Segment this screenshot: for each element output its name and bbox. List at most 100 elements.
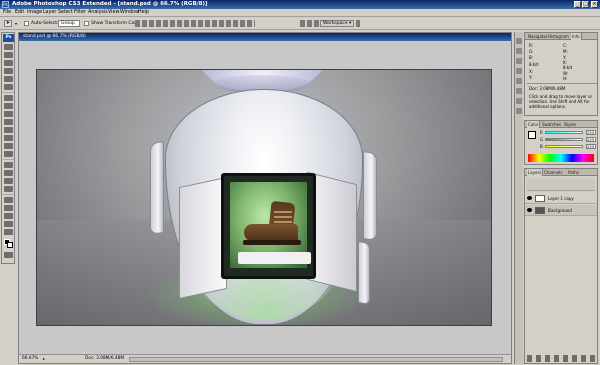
- horizontal-scrollbar[interactable]: [129, 357, 503, 362]
- minimize-button[interactable]: _: [574, 1, 581, 8]
- move-tool-icon[interactable]: [4, 44, 13, 50]
- layer-name[interactable]: Layer 1 copy: [548, 196, 574, 201]
- color-r-slider[interactable]: [545, 131, 583, 134]
- tab-info[interactable]: Info: [571, 33, 582, 40]
- color-b-value[interactable]: 255: [586, 144, 596, 149]
- info-divider: [527, 83, 597, 84]
- tool-preset-chevron-icon[interactable]: ▾: [15, 21, 17, 26]
- crop-tool-icon[interactable]: [4, 76, 13, 82]
- layer-row-2[interactable]: Background: [525, 205, 597, 216]
- menu-image[interactable]: Image: [27, 10, 42, 15]
- actions-panel-icon[interactable]: [516, 48, 522, 54]
- brush-tool-icon[interactable]: [4, 103, 13, 109]
- color-spectrum-bar[interactable]: [528, 154, 594, 162]
- history-panel-icon[interactable]: [516, 38, 522, 44]
- eyedropper-tool-icon[interactable]: [4, 213, 13, 219]
- 3d-rotate-tool-icon[interactable]: [4, 197, 13, 203]
- shape-tool-icon[interactable]: [4, 186, 13, 192]
- layer-comps-panel-icon[interactable]: [516, 78, 522, 84]
- menu-select[interactable]: Select: [58, 10, 73, 15]
- eraser-tool-icon[interactable]: [4, 127, 13, 133]
- document-title: stand.psd @ 66.7% (RGB/8): [23, 34, 86, 39]
- pen-tool-icon[interactable]: [4, 162, 13, 168]
- color-panel: Color Swatches Styles R G B 255 255 255: [524, 120, 598, 165]
- history-brush-tool-icon[interactable]: [4, 119, 13, 125]
- slice-tool-icon[interactable]: [4, 84, 13, 90]
- layers-panel: Layers Channels Paths Layer 1 copy Backg…: [524, 168, 598, 364]
- info-b-label: B:: [529, 55, 534, 60]
- clone-stamp-tool-icon[interactable]: [4, 111, 13, 117]
- move-tool-icon[interactable]: ➤: [4, 20, 12, 27]
- type-tool-icon[interactable]: [4, 170, 13, 176]
- notes-tool-icon[interactable]: [4, 205, 13, 211]
- marquee-tool-icon[interactable]: [4, 52, 13, 58]
- hand-tool-icon[interactable]: [4, 221, 13, 227]
- color-g-slider[interactable]: [545, 138, 583, 141]
- transform-controls-checkbox[interactable]: [84, 21, 89, 26]
- status-arrow-icon[interactable]: ▸: [43, 356, 45, 361]
- menu-edit[interactable]: Edit: [15, 10, 24, 15]
- visibility-eye-icon[interactable]: [527, 196, 532, 200]
- auto-select-checkbox[interactable]: [24, 21, 29, 26]
- left-fin: [150, 141, 164, 235]
- auto-select-dropdown[interactable]: Group: [58, 20, 80, 27]
- character-panel-icon[interactable]: [516, 98, 522, 104]
- zoom-tool-icon[interactable]: [4, 229, 13, 235]
- menu-window[interactable]: Window: [120, 10, 139, 15]
- align-buttons-group[interactable]: [135, 20, 255, 27]
- menu-view[interactable]: View: [108, 10, 119, 15]
- document-title-bar: stand.psd @ 66.7% (RGB/8): [19, 33, 511, 41]
- layer-row-1[interactable]: Layer 1 copy: [525, 193, 597, 204]
- menu-layer[interactable]: Layer: [43, 10, 56, 15]
- tab-histogram[interactable]: Histogram: [547, 33, 570, 40]
- menu-filter[interactable]: Filter: [74, 10, 86, 15]
- tab-channels[interactable]: Channels: [543, 169, 564, 176]
- menu-analysis[interactable]: Analysis: [88, 10, 108, 15]
- tab-paths[interactable]: Paths: [567, 169, 580, 176]
- brushes-panel-icon[interactable]: [516, 58, 522, 64]
- options-bar: ➤ ▾ Auto-Select: Group Show Transform Co…: [0, 17, 600, 30]
- menu-help[interactable]: Help: [138, 10, 149, 15]
- collapsed-panels-strip: [514, 32, 523, 364]
- window-title: Adobe Photoshop CS3 Extended - [stand.ps…: [12, 1, 208, 7]
- tab-styles[interactable]: Styles: [563, 121, 577, 128]
- color-g-value[interactable]: 255: [586, 137, 596, 142]
- lasso-tool-icon[interactable]: [4, 60, 13, 66]
- background-color-swatch[interactable]: [7, 242, 13, 248]
- left-door: [179, 176, 227, 300]
- visibility-eye-icon[interactable]: [527, 208, 532, 212]
- paragraph-panel-icon[interactable]: [516, 108, 522, 114]
- canvas[interactable]: [36, 69, 492, 326]
- color-foreground-swatch[interactable]: [528, 131, 536, 139]
- tab-color[interactable]: Color: [527, 121, 541, 128]
- close-button[interactable]: ×: [591, 1, 598, 8]
- info-doc-size: Doc: 3.08M/6.48M: [529, 86, 566, 91]
- tab-layers[interactable]: Layers: [527, 169, 544, 176]
- tab-navigator[interactable]: Navigator: [527, 33, 549, 40]
- maximize-button[interactable]: □: [582, 1, 589, 8]
- workspace-button[interactable]: Workspace ▾: [320, 20, 354, 27]
- layer-name[interactable]: Background: [548, 208, 572, 213]
- info-c-label: C:: [563, 43, 568, 48]
- info-hint: Click and drag to move layer or selectio…: [529, 94, 593, 109]
- clone-source-panel-icon[interactable]: [516, 88, 522, 94]
- layer-blend-opacity-controls[interactable]: [527, 179, 595, 191]
- color-b-label: B: [540, 144, 543, 149]
- quick-mask-icon[interactable]: [4, 252, 13, 258]
- color-r-value[interactable]: 255: [586, 130, 596, 135]
- healing-brush-tool-icon[interactable]: [4, 95, 13, 101]
- magic-wand-tool-icon[interactable]: [4, 68, 13, 74]
- tool-presets-panel-icon[interactable]: [516, 68, 522, 74]
- tab-swatches[interactable]: Swatches: [541, 121, 562, 128]
- menu-file[interactable]: File: [3, 10, 11, 15]
- gradient-tool-icon[interactable]: [4, 135, 13, 141]
- layer-thumbnail: [535, 195, 545, 202]
- title-bar: Ps Adobe Photoshop CS3 Extended - [stand…: [0, 0, 600, 9]
- dodge-tool-icon[interactable]: [4, 151, 13, 157]
- ps-badge: Ps: [3, 34, 14, 42]
- blur-tool-icon[interactable]: [4, 143, 13, 149]
- layer-actions-buttons[interactable]: [527, 355, 597, 362]
- color-b-slider[interactable]: [545, 145, 583, 148]
- zoom-level[interactable]: 66.67%: [22, 356, 38, 361]
- path-selection-tool-icon[interactable]: [4, 178, 13, 184]
